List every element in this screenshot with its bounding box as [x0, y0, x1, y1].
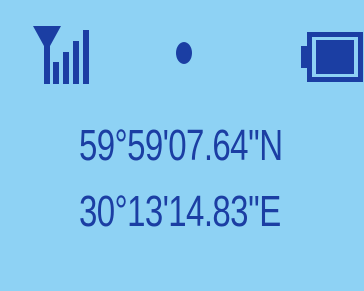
battery-icon	[301, 32, 363, 82]
dot-indicator-icon	[176, 42, 192, 64]
signal-strength-icon	[33, 26, 89, 84]
gps-screen: 59°59'07.64''N 30°13'14.83''E	[0, 0, 364, 291]
latitude-text: 59°59'07.64''N	[79, 121, 283, 170]
longitude-text: 30°13'14.83''E	[79, 187, 281, 236]
